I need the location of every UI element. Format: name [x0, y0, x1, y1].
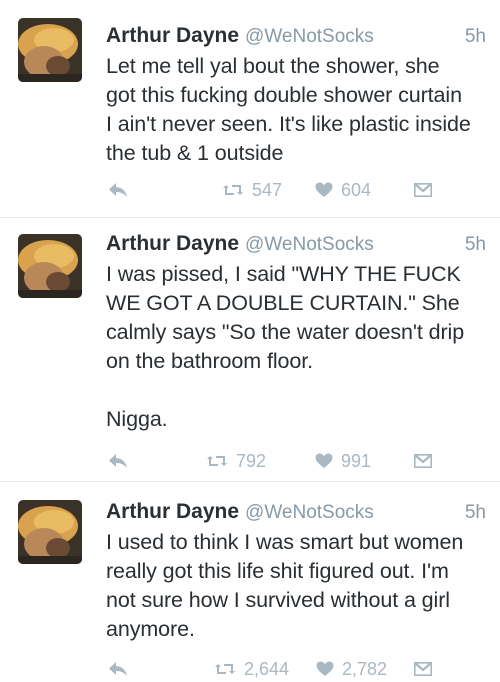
tweet-actions: 2,644 2,782 — [106, 656, 436, 682]
tweet-text: I was pissed, I said "WHY THE FUCK WE GO… — [106, 262, 465, 431]
tweet-timestamp[interactable]: 5h — [465, 234, 486, 256]
user-name[interactable]: Arthur Dayne — [106, 24, 239, 47]
retweet-button[interactable]: 2,644 — [214, 656, 289, 682]
reply-button[interactable] — [108, 656, 128, 682]
tweet-card[interactable]: Arthur Dayne @WeNotSocks 5h I used to thi… — [0, 482, 500, 682]
like-count: 991 — [341, 450, 372, 471]
tweet-header: Arthur Dayne @WeNotSocks 5h — [106, 500, 486, 526]
user-name[interactable]: Arthur Dayne — [106, 500, 239, 523]
reply-icon — [108, 182, 128, 198]
tweet-card[interactable]: Arthur Dayne @WeNotSocks 5h Let me tell y… — [0, 0, 500, 218]
tweet-timestamp[interactable]: 5h — [465, 26, 486, 48]
retweet-button[interactable]: 792 — [206, 448, 266, 474]
tweet-text: I used to think I was smart but women re… — [106, 530, 464, 641]
tweet-actions: 547 604 — [106, 177, 436, 203]
avatar[interactable] — [18, 500, 82, 564]
direct-message-button[interactable] — [414, 448, 432, 474]
tweet-card[interactable]: Arthur Dayne @WeNotSocks 5h I was pissed,… — [0, 218, 500, 482]
reply-button[interactable] — [108, 177, 128, 203]
like-button[interactable]: 2,782 — [316, 656, 387, 682]
user-handle[interactable]: @WeNotSocks — [245, 502, 374, 523]
reply-icon — [108, 661, 128, 677]
reply-icon — [108, 453, 128, 469]
direct-message-icon — [414, 183, 432, 197]
user-handle[interactable]: @WeNotSocks — [245, 26, 374, 47]
tweet-text: Let me tell yal bout the shower, she got… — [106, 54, 471, 165]
retweet-count: 792 — [236, 450, 267, 471]
tweet-header: Arthur Dayne @WeNotSocks 5h — [106, 232, 486, 258]
retweet-icon — [214, 661, 236, 677]
heart-icon — [315, 182, 333, 198]
tweet-timeline: Arthur Dayne @WeNotSocks 5h Let me tell y… — [0, 0, 500, 682]
heart-icon — [316, 661, 334, 677]
avatar[interactable] — [18, 234, 82, 298]
direct-message-icon — [414, 454, 432, 468]
retweet-count: 2,644 — [244, 658, 290, 679]
reply-button[interactable] — [108, 448, 128, 474]
heart-icon — [315, 453, 333, 469]
retweet-icon — [222, 182, 244, 198]
user-name[interactable]: Arthur Dayne — [106, 232, 239, 255]
tweet-header: Arthur Dayne @WeNotSocks 5h — [106, 24, 486, 50]
direct-message-icon — [414, 662, 432, 676]
direct-message-button[interactable] — [414, 177, 432, 203]
tweet-actions: 792 991 — [106, 448, 436, 474]
like-button[interactable]: 991 — [315, 448, 371, 474]
user-handle[interactable]: @WeNotSocks — [245, 234, 374, 255]
avatar[interactable] — [18, 18, 82, 82]
tweet-timestamp[interactable]: 5h — [465, 502, 486, 524]
retweet-button[interactable]: 547 — [222, 177, 282, 203]
like-count: 604 — [341, 179, 372, 200]
direct-message-button[interactable] — [414, 656, 432, 682]
retweet-icon — [206, 453, 228, 469]
like-button[interactable]: 604 — [315, 177, 371, 203]
retweet-count: 547 — [252, 179, 283, 200]
like-count: 2,782 — [342, 658, 388, 679]
